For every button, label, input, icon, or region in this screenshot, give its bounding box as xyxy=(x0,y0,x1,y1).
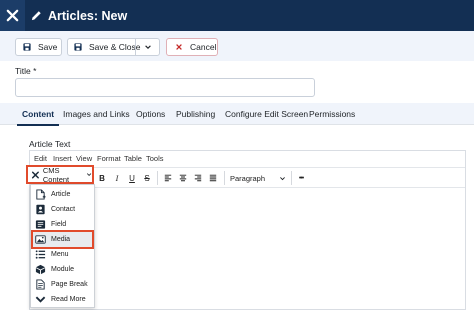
tab-configure-edit-screen[interactable]: Configure Edit Screen xyxy=(225,103,308,125)
media-icon xyxy=(35,235,46,244)
dropdown-item-contact[interactable]: Contact xyxy=(33,202,92,217)
align-justify-icon[interactable] xyxy=(208,171,218,185)
align-left-icon[interactable] xyxy=(163,171,173,185)
contact-icon xyxy=(36,204,45,215)
module-icon xyxy=(35,264,46,275)
align-center-icon[interactable] xyxy=(178,171,188,185)
menu-format[interactable]: Format xyxy=(97,154,121,163)
toolbar-separator xyxy=(157,171,158,185)
dropdown-item-label: Read More xyxy=(51,296,86,303)
save-icon xyxy=(23,43,31,51)
button-divider xyxy=(135,39,136,55)
strikethrough-button[interactable]: S xyxy=(142,171,152,185)
cms-content-label: CMS Content xyxy=(42,165,70,184)
close-icon xyxy=(176,44,182,50)
toolbar-separator xyxy=(224,171,225,185)
dropdown-item-page-break[interactable]: Page Break xyxy=(33,277,92,292)
joomla-logo-icon xyxy=(31,171,39,178)
save-close-button[interactable]: Save & Close xyxy=(67,38,160,56)
title-input[interactable] xyxy=(15,78,315,97)
field-icon xyxy=(35,220,46,229)
block-format-select[interactable]: Paragraph xyxy=(230,171,286,185)
italic-button[interactable]: I xyxy=(112,171,122,185)
dropdown-item-label: Contact xyxy=(51,206,76,213)
more-button[interactable]: ••• xyxy=(295,171,307,185)
article-icon xyxy=(36,189,46,200)
page-break-icon xyxy=(36,279,45,290)
dropdown-item-read-more[interactable]: Read More xyxy=(33,292,92,307)
page-title: Articles: New xyxy=(48,8,128,23)
save-close-label: Save & Close xyxy=(89,42,141,52)
dropdown-item-label: Page Break xyxy=(51,281,88,288)
align-right-icon[interactable] xyxy=(193,171,203,185)
save-button[interactable]: Save xyxy=(15,38,62,56)
cms-content-button[interactable]: CMS Content xyxy=(26,165,94,184)
cancel-button[interactable]: Cancel xyxy=(166,38,218,56)
save-label: Save xyxy=(38,42,58,52)
menu-view[interactable]: View xyxy=(76,154,92,163)
underline-button[interactable]: U xyxy=(127,171,137,185)
joomla-logo-icon[interactable] xyxy=(0,0,25,31)
dropdown-item-label: Field xyxy=(51,221,67,228)
save-icon xyxy=(74,43,82,51)
chevron-down-icon xyxy=(280,176,285,180)
tab-permissions[interactable]: Permissions xyxy=(309,103,355,125)
chevron-down-icon xyxy=(86,173,92,177)
menu-insert[interactable]: Insert xyxy=(53,154,72,163)
menu-icon xyxy=(35,250,46,259)
dropdown-item-label: Module xyxy=(51,266,74,273)
article-text-label: Article Text xyxy=(29,139,71,149)
menu-table[interactable]: Table xyxy=(124,154,142,163)
dropdown-item-module[interactable]: Module xyxy=(33,262,92,277)
menu-edit[interactable]: Edit xyxy=(34,154,47,163)
cancel-label: Cancel xyxy=(190,42,217,52)
toolbar-separator xyxy=(291,171,292,185)
editor-menubar: Edit Insert View Format Table Tools xyxy=(30,151,465,168)
dropdown-item-field[interactable]: Field xyxy=(33,217,92,232)
dropdown-item-menu[interactable]: Menu xyxy=(33,247,92,262)
title-label: Title * xyxy=(15,66,37,76)
action-toolbar: Save Save & Close Cancel xyxy=(0,31,474,61)
tabs-bar: Content Images and Links Options Publish… xyxy=(0,103,474,126)
dropdown-item-label: Article xyxy=(51,191,71,198)
read-more-icon xyxy=(35,296,46,303)
dropdown-item-label: Menu xyxy=(51,251,69,258)
app-header: Articles: New xyxy=(0,0,474,31)
dropdown-item-media[interactable]: Media xyxy=(31,230,94,249)
cms-content-dropdown: Article Contact Field Media Menu Module … xyxy=(30,184,95,308)
tab-images-and-links[interactable]: Images and Links xyxy=(63,103,130,125)
bold-button[interactable]: B xyxy=(97,171,107,185)
editor-toolbar: CMS Content B I U S Paragraph ••• xyxy=(26,165,465,188)
block-format-value: Paragraph xyxy=(230,173,266,183)
tab-content[interactable]: Content xyxy=(16,103,60,126)
dropdown-item-article[interactable]: Article xyxy=(33,187,92,202)
dropdown-item-label: Media xyxy=(51,236,71,243)
tab-publishing[interactable]: Publishing xyxy=(176,103,215,125)
chevron-down-icon[interactable] xyxy=(144,43,152,51)
menu-tools[interactable]: Tools xyxy=(146,154,164,163)
tab-options[interactable]: Options xyxy=(136,103,165,125)
pencil-icon xyxy=(31,11,41,21)
